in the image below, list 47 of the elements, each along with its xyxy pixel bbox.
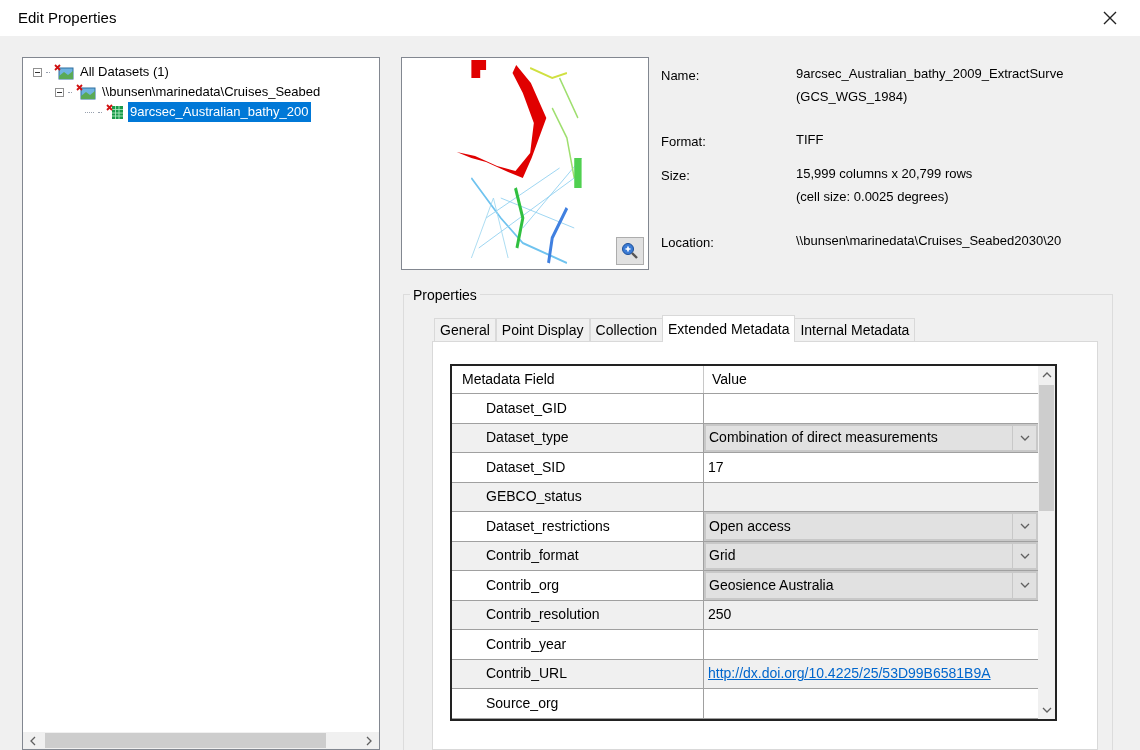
collapse-icon[interactable] (33, 67, 42, 77)
raster-dataset-icon (76, 84, 96, 100)
field-name: Contrib_format (486, 546, 579, 566)
grid-dataset-icon (106, 104, 124, 120)
tab[interactable]: Extended Metadata (662, 315, 796, 342)
zoom-button[interactable] (616, 237, 644, 265)
value-dropdown[interactable]: Combination of direct measurements (704, 423, 1038, 452)
tree-item[interactable]: \\bunsen\marinedata\Cruises_Seabed (100, 82, 323, 102)
raster-dataset-icon (54, 64, 74, 80)
tree-item[interactable]: All Datasets (1) (78, 62, 171, 82)
tab[interactable]: Collection (589, 318, 663, 342)
horizontal-scrollbar[interactable] (23, 732, 379, 749)
info-value: TIFF (796, 131, 824, 149)
info-value: 15,999 columns x 20,799 rows (796, 165, 973, 183)
vertical-scrollbar[interactable] (1038, 366, 1055, 719)
info-label: Format: (661, 133, 707, 151)
field-name: Contrib_resolution (486, 605, 600, 625)
tab[interactable]: Internal Metadata (794, 318, 916, 342)
window-title: Edit Properties (18, 7, 118, 28)
field-name: Contrib_year (486, 634, 567, 654)
value-dropdown[interactable]: Geosience Australia (704, 571, 1038, 600)
info-value: \\bunsen\marinedata\Cruises_Seabed2030\20 (796, 232, 1062, 250)
value-cell: 250 (704, 600, 1038, 629)
field-name: Contrib_URL (486, 664, 567, 684)
zoom-in-icon (621, 242, 639, 260)
tab[interactable]: Point Display (495, 318, 590, 342)
tree-item[interactable]: 9arcsec_Australian_bathy_200 (128, 102, 311, 122)
info-value: 9arcsec_Australian_bathy_2009_ExtractSurve (796, 65, 1064, 83)
info-label: Location: (661, 234, 715, 252)
close-icon[interactable] (1102, 10, 1118, 26)
field-name: GEBCO_status (486, 487, 582, 507)
column-header: Value (711, 370, 748, 389)
column-header: Metadata Field (452, 366, 704, 393)
field-name: Contrib_org (486, 575, 560, 595)
info-value: (GCS_WGS_1984) (796, 88, 909, 106)
collapse-icon[interactable] (55, 87, 64, 97)
field-name: Dataset_restrictions (486, 516, 610, 536)
field-name: Source_org (486, 693, 559, 713)
info-value: (cell size: 0.0025 degrees) (796, 188, 950, 206)
info-label: Name: (661, 67, 701, 85)
value-dropdown[interactable]: Open access (704, 512, 1038, 541)
field-name: Dataset_GID (486, 398, 567, 418)
field-name: Dataset_SID (486, 457, 566, 477)
info-label: Size: (661, 167, 691, 185)
field-name: Dataset_type (486, 428, 569, 448)
value-dropdown[interactable]: Grid (704, 541, 1038, 570)
tab[interactable]: General (434, 318, 496, 342)
